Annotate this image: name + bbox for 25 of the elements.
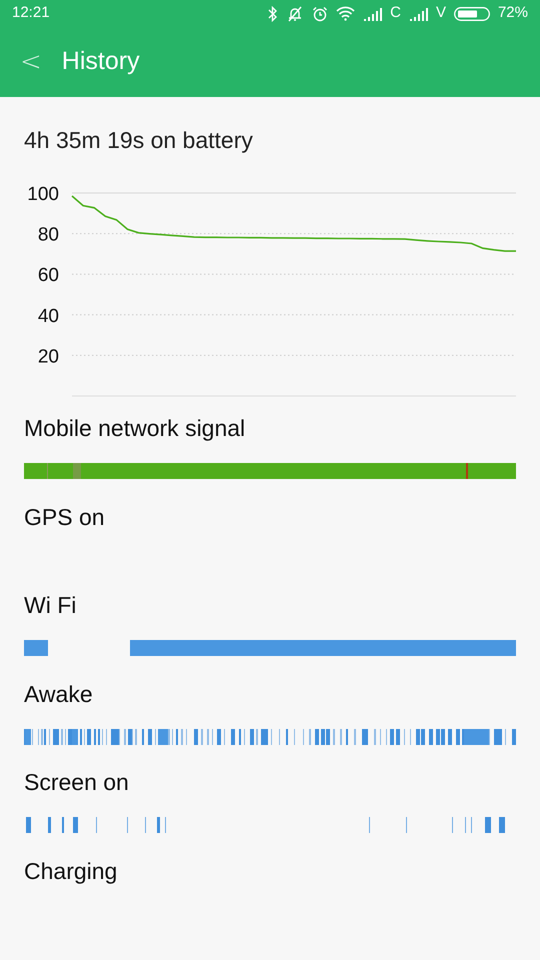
wifi-icon [336, 6, 356, 21]
back-button[interactable]: < [20, 49, 42, 75]
y-tick-label: 60 [38, 265, 59, 286]
signal-icon [408, 6, 428, 20]
battery-duration: 4h 35m 19s on battery [23, 126, 254, 154]
muted-bell-icon [286, 6, 304, 22]
row-label: Charging [23, 856, 118, 884]
network-label: V [436, 3, 446, 24]
network-label: C [390, 3, 401, 24]
y-tick-label: 40 [38, 306, 59, 327]
row-label: GPS on [23, 502, 106, 530]
y-tick-label: 100 [27, 184, 59, 205]
status-time: 12:21 [12, 3, 50, 24]
row-label: Wi Fi [23, 591, 78, 619]
row-label: Mobile network signal [23, 414, 246, 442]
battery-icon [454, 6, 490, 20]
bluetooth-icon [268, 6, 278, 22]
y-tick-label: 20 [38, 346, 59, 368]
battery-percent: 72% [498, 3, 528, 24]
alarm-clock-icon [312, 6, 328, 22]
y-tick-label: 80 [38, 224, 59, 246]
row-label: Screen on [23, 768, 130, 796]
page-title: History [62, 46, 140, 78]
row-label: Awake [23, 680, 94, 708]
signal-icon [363, 6, 382, 20]
